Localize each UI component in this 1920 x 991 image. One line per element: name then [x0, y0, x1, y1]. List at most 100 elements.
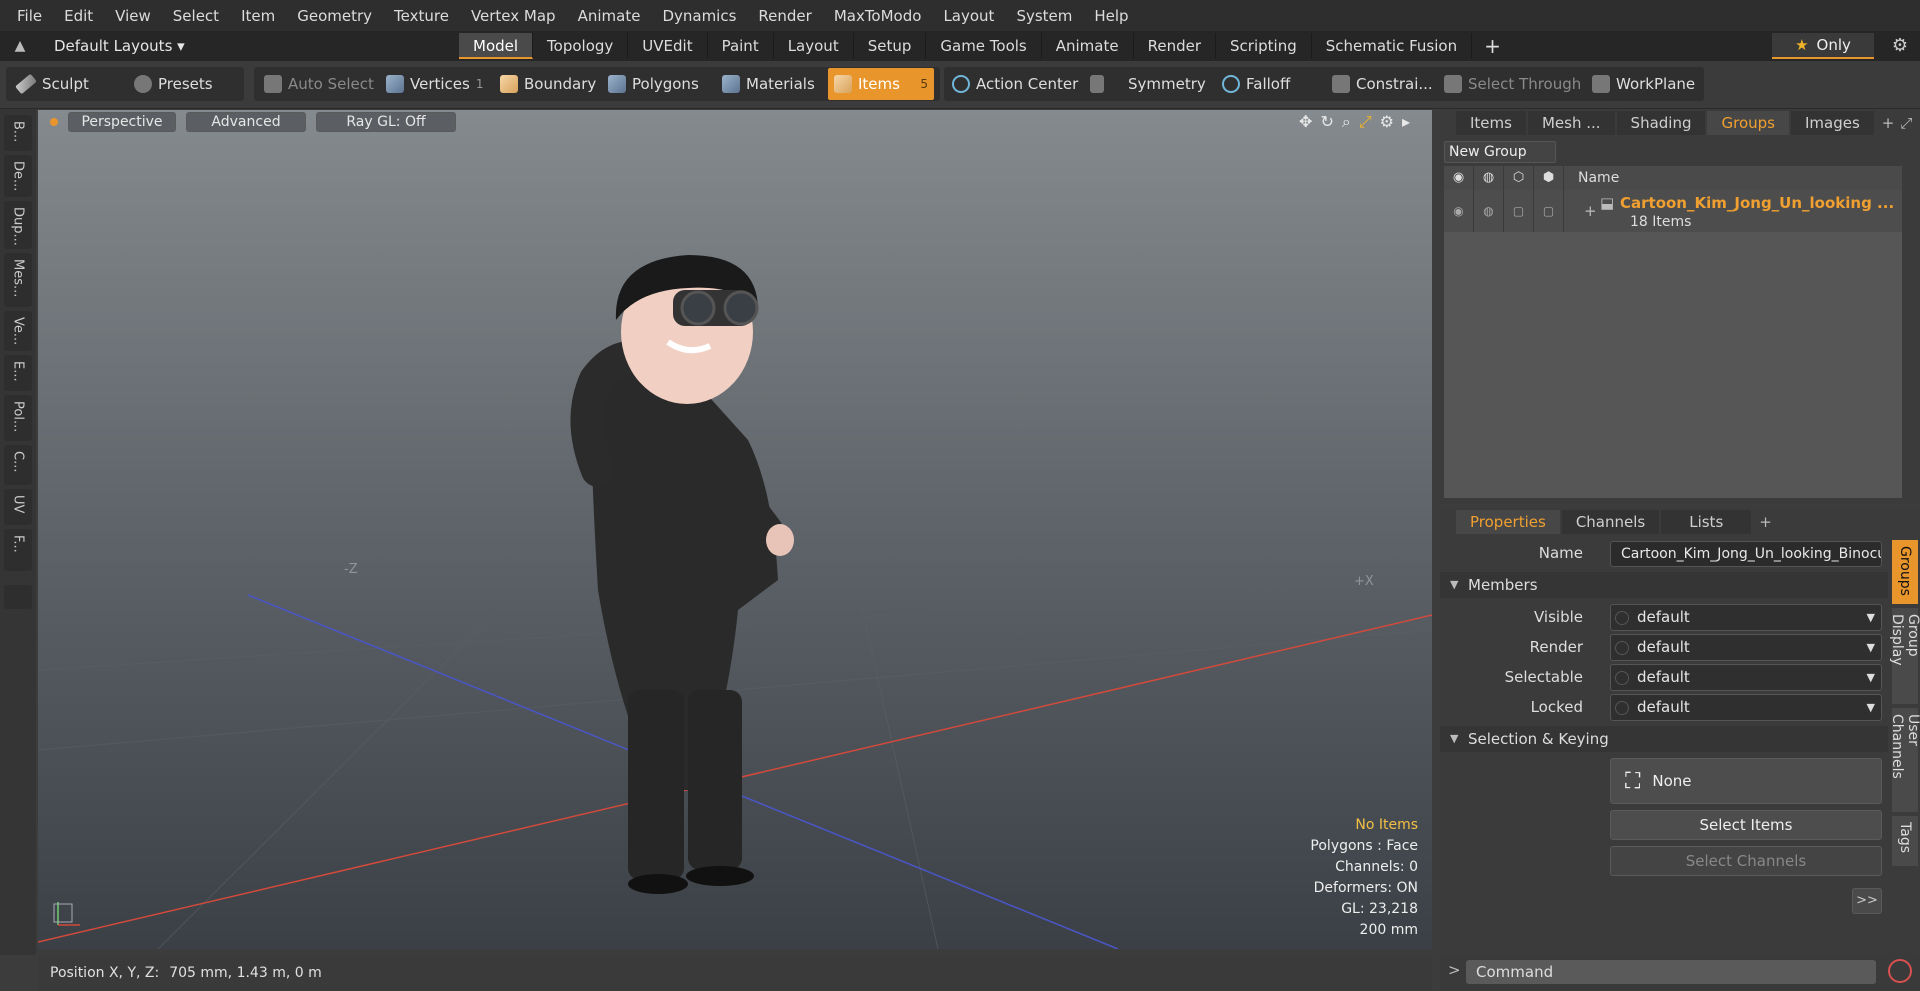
- group-lock-toggle[interactable]: ▢: [1504, 190, 1534, 232]
- lock-column-icon[interactable]: ⬡: [1504, 166, 1534, 190]
- tab-paint[interactable]: Paint: [708, 33, 774, 59]
- menu-geometry[interactable]: Geometry: [286, 7, 383, 25]
- menu-texture[interactable]: Texture: [383, 7, 460, 25]
- menu-layout[interactable]: Layout: [932, 7, 1005, 25]
- none-button[interactable]: ⛶ None: [1610, 758, 1882, 804]
- select-through-button[interactable]: Select Through: [1438, 68, 1587, 100]
- command-input[interactable]: Command: [1466, 960, 1876, 984]
- tab-game-tools[interactable]: Game Tools: [926, 33, 1042, 59]
- add-properties-tab-icon[interactable]: +: [1753, 513, 1778, 531]
- selection-keying-section[interactable]: ▼ Selection & Keying: [1440, 726, 1888, 752]
- left-tab-basic[interactable]: B...: [4, 115, 32, 151]
- menu-select[interactable]: Select: [162, 7, 230, 25]
- symmetry-button[interactable]: Symmetry: [1084, 68, 1212, 100]
- more-button[interactable]: >>: [1852, 888, 1882, 914]
- group-visible-toggle[interactable]: ◉: [1444, 190, 1474, 232]
- panel-expand-icon[interactable]: ⤢: [1900, 114, 1912, 132]
- left-tab-deform[interactable]: De...: [4, 155, 32, 197]
- constraints-button[interactable]: Constrai...: [1326, 68, 1439, 100]
- locked-key-icon[interactable]: [1615, 701, 1629, 715]
- name-column-header[interactable]: Name: [1564, 170, 1619, 186]
- raygl-button[interactable]: Ray GL: Off: [316, 112, 456, 132]
- side-tab-tags[interactable]: Tags: [1892, 816, 1918, 866]
- layout-selector[interactable]: Default Layouts ▾: [40, 37, 185, 55]
- left-tab-polygon[interactable]: Pol...: [4, 395, 32, 441]
- tab-model[interactable]: Model: [459, 33, 534, 59]
- side-tab-user-channels[interactable]: User Channels: [1889, 708, 1920, 812]
- visible-key-icon[interactable]: [1615, 611, 1629, 625]
- tab-groups[interactable]: Groups: [1707, 111, 1789, 135]
- left-tab-mesh[interactable]: Mes...: [4, 253, 32, 307]
- left-tab-fusion[interactable]: F...: [4, 529, 32, 571]
- boundary-button[interactable]: Boundary: [494, 68, 602, 100]
- render-column-icon[interactable]: ◍: [1474, 166, 1504, 190]
- vertices-button[interactable]: Vertices 1: [380, 68, 489, 100]
- menu-maxtomodo[interactable]: MaxToModo: [823, 7, 933, 25]
- visible-dropdown[interactable]: default ▼: [1610, 604, 1882, 631]
- tab-topology[interactable]: Topology: [533, 33, 629, 59]
- tab-shading[interactable]: Shading: [1616, 111, 1706, 135]
- new-group-button[interactable]: New Group: [1444, 141, 1556, 163]
- gear-icon[interactable]: ⚙: [1892, 35, 1908, 56]
- tab-uvedit[interactable]: UVEdit: [628, 33, 708, 59]
- left-tab-duplicate[interactable]: Dup...: [4, 201, 32, 249]
- polygons-button[interactable]: Polygons: [602, 68, 705, 100]
- menu-animate[interactable]: Animate: [567, 7, 652, 25]
- menu-system[interactable]: System: [1005, 7, 1083, 25]
- add-panel-tab-icon[interactable]: +: [1876, 114, 1901, 132]
- action-center-button[interactable]: Action Center: [946, 68, 1084, 100]
- tab-scripting[interactable]: Scripting: [1216, 33, 1312, 59]
- left-tab-curve[interactable]: C...: [4, 445, 32, 485]
- viewport-gear-icon[interactable]: ⚙: [1380, 112, 1394, 132]
- zoom-icon[interactable]: ⌕: [1342, 112, 1351, 132]
- add-tab-icon[interactable]: +: [1472, 34, 1513, 58]
- side-tab-group-display[interactable]: Group Display: [1889, 608, 1920, 704]
- tab-setup[interactable]: Setup: [854, 33, 927, 59]
- select-items-button[interactable]: Select Items: [1610, 810, 1882, 840]
- menu-edit[interactable]: Edit: [53, 7, 104, 25]
- select-channels-button[interactable]: Select Channels: [1610, 846, 1882, 876]
- items-button[interactable]: Items 5: [828, 68, 934, 100]
- side-tab-groups[interactable]: Groups: [1892, 540, 1918, 604]
- falloff-button[interactable]: Falloff: [1216, 68, 1296, 100]
- sculpt-button[interactable]: Sculpt: [10, 68, 95, 100]
- selectable-key-icon[interactable]: [1615, 671, 1629, 685]
- perspective-button[interactable]: Perspective: [68, 112, 176, 132]
- pan-icon[interactable]: ✥: [1299, 112, 1312, 132]
- left-tab-vertex[interactable]: Ve...: [4, 311, 32, 351]
- group-expand-icon[interactable]: +: [1584, 202, 1597, 220]
- tab-properties[interactable]: Properties: [1456, 510, 1560, 534]
- locked-dropdown[interactable]: default ▼: [1610, 694, 1882, 721]
- tab-animate[interactable]: Animate: [1042, 33, 1134, 59]
- tab-mesh[interactable]: Mesh ...: [1527, 111, 1615, 135]
- viewport-expand-icon[interactable]: ▸: [1402, 112, 1410, 132]
- tab-render[interactable]: Render: [1134, 33, 1217, 59]
- name-field[interactable]: Cartoon_Kim_Jong_Un_looking_Binocu: [1610, 541, 1882, 567]
- auto-select-button[interactable]: Auto Select: [258, 68, 380, 100]
- 3d-viewport[interactable]: Perspective Advanced Ray GL: Off ✥ ↻ ⌕ ⤢…: [38, 110, 1432, 949]
- select-column-icon[interactable]: ⬢: [1534, 166, 1564, 190]
- left-tab-edge[interactable]: E...: [4, 355, 32, 391]
- tab-images[interactable]: Images: [1790, 111, 1874, 135]
- group-render-toggle[interactable]: ◍: [1474, 190, 1504, 232]
- left-tab-uv[interactable]: UV: [4, 489, 32, 525]
- menu-view[interactable]: View: [104, 7, 162, 25]
- left-tab-extra[interactable]: [4, 585, 32, 609]
- character-model[interactable]: [570, 255, 794, 894]
- tab-schematic-fusion[interactable]: Schematic Fusion: [1312, 33, 1473, 59]
- record-icon[interactable]: [1888, 959, 1912, 983]
- selectable-dropdown[interactable]: default ▼: [1610, 664, 1882, 691]
- tab-layout[interactable]: Layout: [774, 33, 854, 59]
- group-select-toggle[interactable]: ▢: [1534, 190, 1564, 232]
- workplane-button[interactable]: WorkPlane: [1586, 68, 1701, 100]
- tab-channels[interactable]: Channels: [1561, 510, 1660, 534]
- rotate-icon[interactable]: ↻: [1320, 112, 1333, 132]
- materials-button[interactable]: Materials: [716, 68, 821, 100]
- menu-file[interactable]: File: [6, 7, 53, 25]
- menu-item[interactable]: Item: [230, 7, 286, 25]
- members-section[interactable]: ▼ Members: [1440, 572, 1888, 598]
- presets-button[interactable]: Presets: [128, 68, 219, 100]
- menu-vertex-map[interactable]: Vertex Map: [460, 7, 567, 25]
- menu-help[interactable]: Help: [1083, 7, 1139, 25]
- only-button[interactable]: ★ Only: [1772, 33, 1874, 59]
